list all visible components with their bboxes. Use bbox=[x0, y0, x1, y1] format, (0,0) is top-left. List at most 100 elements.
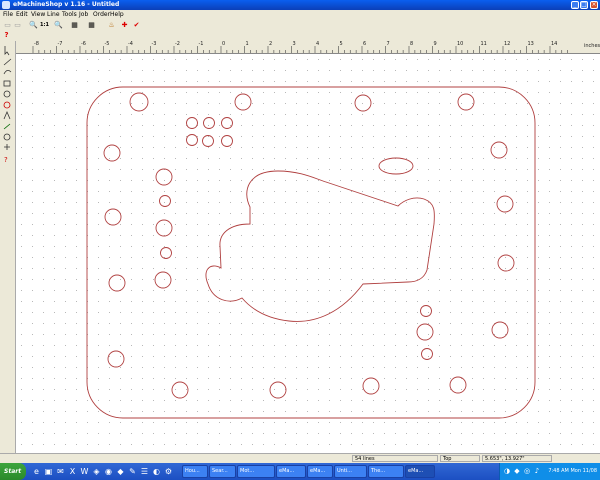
hole bbox=[491, 321, 509, 339]
hole bbox=[490, 141, 508, 159]
ruler-tick-label: 2 bbox=[269, 41, 273, 47]
hole bbox=[129, 92, 149, 112]
slot bbox=[378, 157, 414, 175]
ruler-tick-label: 7 bbox=[386, 41, 390, 47]
taskbar-task[interactable]: Mot... bbox=[237, 465, 275, 478]
menu-order[interactable]: Order bbox=[93, 11, 110, 18]
quicklaunch-outlook-icon[interactable]: ✉ bbox=[55, 466, 66, 477]
select-arrow-icon bbox=[4, 46, 10, 56]
quicklaunch-app-icon[interactable]: ☰ bbox=[139, 466, 150, 477]
hole bbox=[104, 208, 122, 226]
material-icon[interactable]: ♨ bbox=[107, 21, 116, 30]
hole bbox=[354, 94, 372, 112]
hole bbox=[497, 254, 515, 272]
part-drawing bbox=[86, 86, 536, 419]
hole bbox=[186, 117, 198, 129]
tray-icon[interactable]: ◆ bbox=[513, 467, 521, 475]
left-tool-palette: ? bbox=[0, 41, 16, 453]
status-line-count: 54 lines bbox=[352, 455, 438, 462]
quicklaunch-app-icon[interactable]: ◉ bbox=[103, 466, 114, 477]
menu-view[interactable]: View bbox=[31, 11, 45, 18]
order-icon[interactable]: ✔ bbox=[132, 21, 141, 30]
menu-job[interactable]: Job bbox=[79, 11, 88, 18]
taskbar-task[interactable]: eMa... bbox=[307, 465, 333, 478]
menu-line[interactable]: Line bbox=[47, 11, 60, 18]
minimize-button[interactable]: _ bbox=[571, 1, 579, 9]
title-bar: eMachineShop v 1.16 - Untitled _ □ × bbox=[0, 0, 600, 10]
new-icon[interactable]: ▭ bbox=[3, 21, 12, 30]
hole bbox=[269, 381, 287, 399]
quicklaunch-app-icon[interactable]: ◐ bbox=[151, 466, 162, 477]
secondary-toolbar: ? bbox=[0, 31, 600, 41]
menu-bar: File Edit View Line Tools Job Order Help bbox=[0, 10, 600, 20]
ruler-tick-label: 13 bbox=[527, 41, 534, 47]
taskbar-task[interactable]: Hou... bbox=[182, 465, 208, 478]
quicklaunch-word-icon[interactable]: W bbox=[79, 466, 90, 477]
hole bbox=[221, 117, 233, 129]
taskbar-task[interactable]: Unti... bbox=[334, 465, 367, 478]
ruler-tick-label: 14 bbox=[551, 41, 558, 47]
line-tool-icon bbox=[3, 58, 12, 66]
rectangle-tool-icon bbox=[3, 80, 11, 87]
hole bbox=[203, 117, 215, 129]
taskbar-task[interactable]: The... bbox=[368, 465, 404, 478]
hole bbox=[496, 195, 514, 213]
zoom-actual-icon[interactable]: 1:1 bbox=[40, 21, 49, 30]
taskbar-task[interactable]: eMa... bbox=[276, 465, 306, 478]
quicklaunch-excel-icon[interactable]: X bbox=[67, 466, 78, 477]
view-2d-icon[interactable]: ▦ bbox=[70, 21, 79, 30]
zoom-in-icon[interactable]: 🔍 bbox=[54, 21, 63, 30]
tray-icon[interactable]: ◎ bbox=[523, 467, 531, 475]
hole bbox=[449, 376, 467, 394]
text-tool-icon bbox=[3, 110, 11, 120]
quicklaunch-app-icon[interactable]: ⚙ bbox=[163, 466, 174, 477]
taskbar: Start e ▣ ✉ X W ◈ ◉ ◆ ✎ ☰ ◐ ⚙ Hou... Sea… bbox=[0, 463, 600, 480]
zoom-fit-icon[interactable]: 🔍 bbox=[29, 21, 38, 30]
open-icon[interactable]: ▭ bbox=[13, 21, 22, 30]
part-outline bbox=[86, 86, 536, 419]
ruler-tick-label: -4 bbox=[128, 41, 133, 47]
taskbar-task-active[interactable]: eMa... bbox=[405, 465, 435, 478]
ruler-tick-label: -8 bbox=[34, 41, 39, 47]
curve-tool-icon bbox=[3, 70, 12, 75]
maximize-button[interactable]: □ bbox=[580, 1, 588, 9]
ruler-horizontal-ticks bbox=[32, 46, 568, 53]
hole bbox=[202, 135, 214, 147]
tray-icon[interactable]: ◑ bbox=[503, 467, 511, 475]
ruler-tick-label: 10 bbox=[457, 41, 464, 47]
hole bbox=[155, 219, 173, 237]
menu-edit[interactable]: Edit bbox=[16, 11, 28, 18]
hole bbox=[103, 144, 121, 162]
volume-icon[interactable]: ♪ bbox=[533, 467, 541, 475]
hole bbox=[420, 305, 432, 317]
hole bbox=[160, 247, 172, 259]
status-coordinates: 5.653", 13.927" bbox=[482, 455, 552, 462]
start-button[interactable]: Start bbox=[0, 463, 26, 480]
view-3d-icon[interactable]: ▦ bbox=[87, 21, 96, 30]
hole bbox=[416, 323, 434, 341]
taskbar-task[interactable]: Sear... bbox=[209, 465, 236, 478]
quicklaunch-ie-icon[interactable]: e bbox=[31, 466, 42, 477]
price-icon[interactable]: ✚ bbox=[120, 21, 129, 30]
hole bbox=[186, 134, 198, 146]
center-cutout bbox=[205, 170, 435, 322]
help-pointer-icon[interactable]: ? bbox=[2, 31, 11, 40]
drawing-canvas[interactable] bbox=[16, 54, 600, 453]
circle-tool-icon bbox=[3, 90, 11, 98]
ruler-tick-label: -1 bbox=[198, 41, 204, 47]
ruler-tick-label: 4 bbox=[316, 41, 320, 47]
close-button[interactable]: × bbox=[590, 1, 598, 9]
menu-file[interactable]: File bbox=[3, 11, 13, 18]
ruler-tick-label: 0 bbox=[222, 41, 226, 47]
quicklaunch-app-icon[interactable]: ◆ bbox=[115, 466, 126, 477]
quicklaunch-app-icon[interactable]: ◈ bbox=[91, 466, 102, 477]
hole bbox=[457, 93, 475, 111]
menu-help[interactable]: Help bbox=[110, 11, 124, 18]
menu-tools[interactable]: Tools bbox=[62, 11, 77, 18]
ruler-tick-label: 12 bbox=[504, 41, 511, 47]
quicklaunch-app-icon[interactable]: ✎ bbox=[127, 466, 138, 477]
ruler-tick-label: -7 bbox=[57, 41, 63, 47]
ruler-tick-label: -6 bbox=[81, 41, 86, 47]
ruler-tick-label: -5 bbox=[104, 41, 110, 47]
quicklaunch-desktop-icon[interactable]: ▣ bbox=[43, 466, 54, 477]
